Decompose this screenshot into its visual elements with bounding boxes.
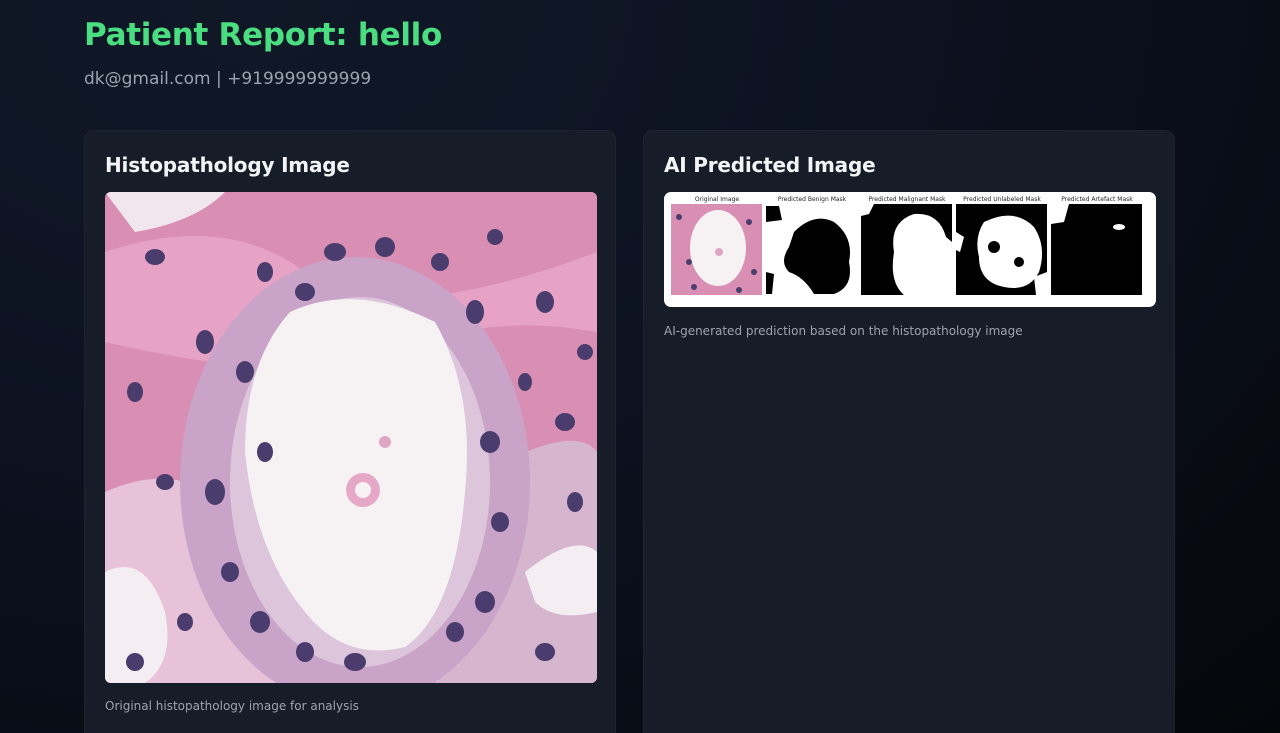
histopathology-caption: Original histopathology image for analys… — [105, 699, 359, 713]
panel-label-benign: Predicted Benign Mask — [778, 196, 847, 203]
panel-label-original: Original Image — [695, 196, 739, 203]
prediction-panels-graphic: Original Image Predicted Benign Mask Pre… — [671, 196, 1142, 295]
ai-predicted-image: Original Image Predicted Benign Mask Pre… — [664, 192, 1156, 307]
page-title: Patient Report: hello — [84, 17, 442, 53]
panel-benign-mask — [766, 204, 857, 295]
histopathology-card-title: Histopathology Image — [105, 153, 350, 177]
ai-prediction-card-title: AI Predicted Image — [664, 153, 876, 177]
histopathology-card: Histopathology Image Original histopatho… — [84, 130, 616, 733]
panel-label-artefact: Predicted Artefact Mask — [1061, 196, 1133, 203]
report-header: Patient Report: hello dk@gmail.com | +91… — [84, 16, 442, 90]
panel-original-image — [671, 204, 762, 295]
panel-label-malignant: Predicted Malignant Mask — [868, 196, 946, 203]
histopathology-image — [105, 192, 597, 683]
ai-prediction-card: AI Predicted Image Original Image Predic… — [643, 130, 1175, 733]
ai-prediction-caption: AI-generated prediction based on the his… — [664, 324, 1023, 338]
panel-artefact-mask — [1051, 204, 1142, 295]
patient-contact: dk@gmail.com | +919999999999 — [84, 69, 372, 89]
panel-unlabeled-mask — [956, 204, 1047, 295]
panel-malignant-mask — [861, 204, 952, 295]
histopathology-image-graphic — [105, 192, 597, 683]
panel-label-unlabeled: Predicted Unlabeled Mask — [963, 196, 1041, 203]
